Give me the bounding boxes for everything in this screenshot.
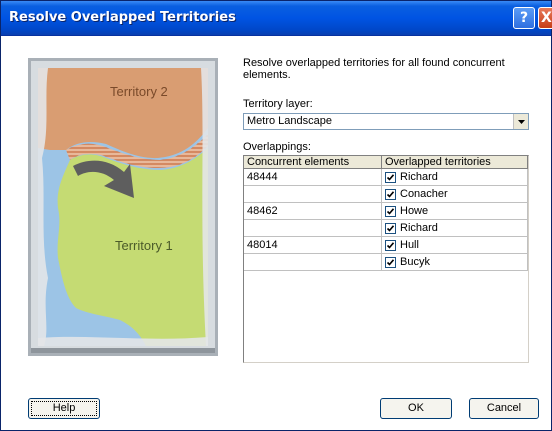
table-row[interactable]: Howe bbox=[382, 203, 528, 220]
territory-layer-select[interactable]: Metro Landscape bbox=[243, 113, 529, 130]
column-header-concurrent[interactable]: Concurrent elements bbox=[244, 156, 382, 169]
cell-element[interactable] bbox=[244, 220, 382, 237]
close-icon[interactable]: X bbox=[538, 7, 552, 29]
cell-element[interactable]: 48014 bbox=[244, 237, 382, 254]
cell-element[interactable]: 48462 bbox=[244, 203, 382, 220]
ok-button[interactable]: OK bbox=[380, 398, 452, 419]
cell-element[interactable] bbox=[244, 254, 382, 271]
table-row[interactable]: Conacher bbox=[382, 186, 528, 203]
territory-checkbox[interactable] bbox=[385, 206, 396, 217]
territory-checkbox[interactable] bbox=[385, 172, 396, 183]
territory-1-label: Territory 1 bbox=[115, 238, 173, 253]
cancel-button[interactable]: Cancel bbox=[469, 398, 539, 419]
table-row[interactable]: Bucyk bbox=[382, 254, 528, 271]
territory-2-label: Territory 2 bbox=[110, 84, 168, 99]
column-header-territories[interactable]: Overlapped territories bbox=[382, 156, 528, 169]
territory-name: Hull bbox=[400, 239, 419, 251]
territory-layer-label: Territory layer: bbox=[243, 98, 313, 110]
territory-checkbox[interactable] bbox=[385, 240, 396, 251]
territory-name: Bucyk bbox=[400, 256, 430, 268]
cell-element[interactable] bbox=[244, 186, 382, 203]
territory-checkbox[interactable] bbox=[385, 189, 396, 200]
territory-name: Richard bbox=[400, 171, 438, 183]
territory-name: Howe bbox=[400, 205, 429, 217]
table-row[interactable]: Richard bbox=[382, 220, 528, 237]
overlappings-grid[interactable]: Concurrent elements Overlapped territori… bbox=[243, 155, 529, 363]
description-text: Resolve overlapped territories for all f… bbox=[243, 57, 505, 81]
cell-element[interactable]: 48444 bbox=[244, 169, 382, 186]
help-icon[interactable]: ? bbox=[513, 7, 535, 29]
dialog-title: Resolve Overlapped Territories bbox=[9, 10, 236, 25]
territory-layer-value: Metro Landscape bbox=[247, 115, 332, 127]
table-row[interactable]: Hull bbox=[382, 237, 528, 254]
title-bar[interactable]: Resolve Overlapped Territories ? X bbox=[1, 1, 552, 36]
territory-illustration: Territory 2 Territory 1 bbox=[28, 58, 218, 356]
help-button[interactable]: Help bbox=[28, 398, 100, 419]
territory-checkbox[interactable] bbox=[385, 257, 396, 268]
chevron-down-icon[interactable] bbox=[513, 114, 528, 129]
overlappings-label: Overlappings: bbox=[243, 141, 311, 153]
table-row[interactable]: Richard bbox=[382, 169, 528, 186]
territory-name: Conacher bbox=[400, 188, 448, 200]
territory-checkbox[interactable] bbox=[385, 223, 396, 234]
territory-name: Richard bbox=[400, 222, 438, 234]
